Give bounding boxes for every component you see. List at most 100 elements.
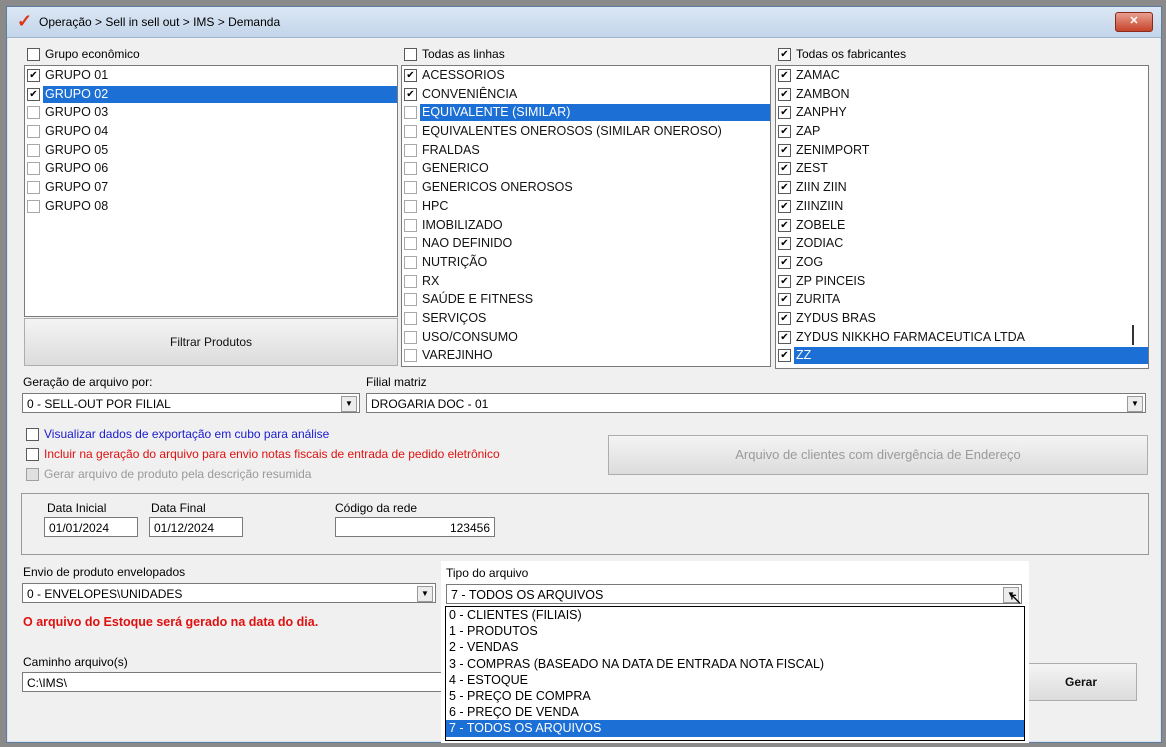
linhas-list-item[interactable]: ✔ CONVENIÊNCIA	[402, 85, 770, 104]
linhas-list-item[interactable]: GENERICOS ONEROSOS	[402, 178, 770, 197]
caminho-input[interactable]: C:\IMS\	[22, 672, 452, 692]
linhas-list-item[interactable]: ✔ ACESSORIOS	[402, 66, 770, 85]
grupo-item-checkbox[interactable]: ✔	[27, 87, 40, 101]
linhas-list-item[interactable]: EQUIVALENTE (SIMILAR)	[402, 103, 770, 122]
linhas-list-item[interactable]: FRALDAS	[402, 141, 770, 160]
linhas-list-item[interactable]: USO/CONSUMO	[402, 328, 770, 347]
grupo-item-checkbox[interactable]	[27, 106, 40, 120]
grupo-item-checkbox[interactable]	[27, 143, 40, 157]
grupo-item-checkbox[interactable]	[27, 199, 40, 213]
tipo-option[interactable]: 7 - TODOS OS ARQUIVOS	[446, 720, 1024, 737]
linhas-list-item[interactable]: HPC	[402, 197, 770, 216]
grupo-item-checkbox[interactable]	[27, 125, 40, 139]
tipo-dropdown-list[interactable]: 0 - CLIENTES (FILIAIS) 1 - PRODUTOS 2 - VE…	[445, 606, 1025, 741]
fabricante-list-item[interactable]: ✔ ZURITA	[776, 290, 1148, 309]
fabricante-item-checkbox[interactable]: ✔	[778, 274, 791, 288]
linhas-item-checkbox[interactable]	[404, 293, 417, 307]
linhas-list-item[interactable]: NAO DEFINIDO	[402, 234, 770, 253]
grupo-list-item[interactable]: GRUPO 05	[25, 141, 397, 160]
linhas-item-checkbox[interactable]	[404, 349, 417, 363]
tipo-option[interactable]: 3 - COMPRAS (BASEADO NA DATA DE ENTRADA …	[446, 656, 1024, 672]
linhas-list-item[interactable]: GENERICO	[402, 159, 770, 178]
fabricante-list-item[interactable]: ✔ ZIINZIIN	[776, 197, 1148, 216]
tipo-option[interactable]: 6 - PREÇO DE VENDA	[446, 704, 1024, 720]
linhas-item-checkbox[interactable]	[404, 125, 417, 139]
fabricante-item-checkbox[interactable]: ✔	[778, 106, 791, 120]
notas-checkbox[interactable]	[26, 448, 39, 461]
grupo-list-item[interactable]: ✔ GRUPO 02	[25, 85, 397, 104]
fabricante-list-item[interactable]: ✔ ZODIAC	[776, 234, 1148, 253]
fabricante-item-checkbox[interactable]: ✔	[778, 87, 791, 101]
envio-select[interactable]: 0 - ENVELOPES\UNIDADES ▼	[22, 583, 436, 603]
filtrar-produtos-button[interactable]: Filtrar Produtos	[24, 318, 398, 366]
linhas-item-checkbox[interactable]	[404, 218, 417, 232]
fabricante-list-item[interactable]: ✔ ZANPHY	[776, 103, 1148, 122]
linhas-list-item[interactable]: SAÚDE E FITNESS	[402, 290, 770, 309]
grupo-item-checkbox[interactable]: ✔	[27, 69, 40, 82]
fabricante-item-checkbox[interactable]: ✔	[778, 237, 791, 251]
linhas-list-item[interactable]: RX	[402, 272, 770, 291]
fabricante-list-item[interactable]: ✔ ZAMBON	[776, 85, 1148, 104]
linhas-listbox[interactable]: ✔ ACESSORIOS ✔ CONVENIÊNCIA EQUIVALENTE (SIM…	[401, 65, 771, 367]
linhas-item-checkbox[interactable]	[404, 106, 417, 120]
linhas-list-item[interactable]: EQUIVALENTES ONEROSOS (SIMILAR ONEROSO)	[402, 122, 770, 141]
fabricante-item-checkbox[interactable]: ✔	[778, 199, 791, 213]
data-final-input[interactable]: 01/12/2024	[149, 517, 243, 537]
fabricante-list-item[interactable]: ✔ ZYDUS NIKKHO FARMACEUTICA LTDA	[776, 328, 1148, 347]
linhas-list-item[interactable]: VAREJINHO	[402, 346, 770, 365]
fabricante-list-item[interactable]: ✔ ZYDUS BRAS	[776, 309, 1148, 328]
tipo-option[interactable]: 1 - PRODUTOS	[446, 623, 1024, 639]
tipo-select[interactable]: 7 - TODOS OS ARQUIVOS ▼	[446, 584, 1022, 604]
tipo-option[interactable]: 5 - PREÇO DE COMPRA	[446, 688, 1024, 704]
grupo-list-item[interactable]: GRUPO 08	[25, 197, 397, 216]
fabricantes-listbox[interactable]: ✔ ZAMAC ✔ ZAMBON ✔ ZANPHY ✔ ZAP ✔ ZENIMPORT ✔ ZEST ✔…	[775, 65, 1149, 369]
fabricante-list-item[interactable]: ✔ ZAP	[776, 122, 1148, 141]
fabricante-item-checkbox[interactable]: ✔	[778, 293, 791, 307]
fabricante-list-item[interactable]: ✔ ZENIMPORT	[776, 141, 1148, 160]
tipo-option[interactable]: 2 - VENDAS	[446, 639, 1024, 655]
grupo-item-checkbox[interactable]	[27, 181, 40, 195]
linhas-item-checkbox[interactable]: ✔	[404, 87, 417, 101]
linhas-item-checkbox[interactable]	[404, 255, 417, 269]
chevron-down-icon[interactable]: ▼	[341, 396, 357, 412]
fabricantes-all-checkbox[interactable]: ✔	[778, 48, 791, 61]
linhas-item-checkbox[interactable]	[404, 330, 417, 344]
fabricante-item-checkbox[interactable]: ✔	[778, 311, 791, 325]
linhas-item-checkbox[interactable]: ✔	[404, 69, 417, 82]
fabricante-item-checkbox[interactable]: ✔	[778, 125, 791, 139]
linhas-item-checkbox[interactable]	[404, 199, 417, 213]
linhas-item-checkbox[interactable]	[404, 143, 417, 157]
fabricante-list-item[interactable]: ✔ ZP PINCEIS	[776, 272, 1148, 291]
linhas-list-item[interactable]: NUTRIÇÃO	[402, 253, 770, 272]
grupo-list-item[interactable]: GRUPO 07	[25, 178, 397, 197]
fabricante-list-item[interactable]: ✔ ZOG	[776, 253, 1148, 272]
fabricante-item-checkbox[interactable]: ✔	[778, 181, 791, 195]
codigo-rede-input[interactable]: 123456	[335, 517, 495, 537]
fabricante-item-checkbox[interactable]: ✔	[778, 162, 791, 176]
gerar-button[interactable]: Gerar	[1025, 663, 1137, 701]
grupo-list-item[interactable]: GRUPO 06	[25, 159, 397, 178]
chevron-down-icon[interactable]: ▼	[1127, 396, 1143, 412]
fabricante-item-checkbox[interactable]: ✔	[778, 349, 791, 363]
fabricante-list-item[interactable]: ✔ ZAMAC	[776, 66, 1148, 85]
linhas-all-checkbox[interactable]	[404, 48, 417, 61]
fabricante-list-item[interactable]: ✔ ZIIN ZIIN	[776, 178, 1148, 197]
fabricante-item-checkbox[interactable]: ✔	[778, 218, 791, 232]
geracao-select[interactable]: 0 - SELL-OUT POR FILIAL ▼	[22, 393, 360, 413]
close-button[interactable]: ✕	[1115, 12, 1153, 32]
tipo-option[interactable]: 0 - CLIENTES (FILIAIS)	[446, 607, 1024, 623]
fabricantes-scrollbar[interactable]	[1132, 325, 1134, 345]
filial-select[interactable]: DROGARIA DOC - 01 ▼	[366, 393, 1146, 413]
fabricante-list-item[interactable]: ✔ ZEST	[776, 159, 1148, 178]
fabricante-item-checkbox[interactable]: ✔	[778, 69, 791, 82]
cubo-checkbox[interactable]	[26, 428, 39, 441]
linhas-item-checkbox[interactable]	[404, 237, 417, 251]
linhas-item-checkbox[interactable]	[404, 181, 417, 195]
fabricante-list-item[interactable]: ✔ ZZ	[776, 346, 1148, 365]
grupo-item-checkbox[interactable]	[27, 162, 40, 176]
linhas-item-checkbox[interactable]	[404, 162, 417, 176]
data-inicial-input[interactable]: 01/01/2024	[44, 517, 138, 537]
linhas-item-checkbox[interactable]	[404, 311, 417, 325]
fabricante-item-checkbox[interactable]: ✔	[778, 330, 791, 344]
linhas-list-item[interactable]: IMOBILIZADO	[402, 216, 770, 235]
